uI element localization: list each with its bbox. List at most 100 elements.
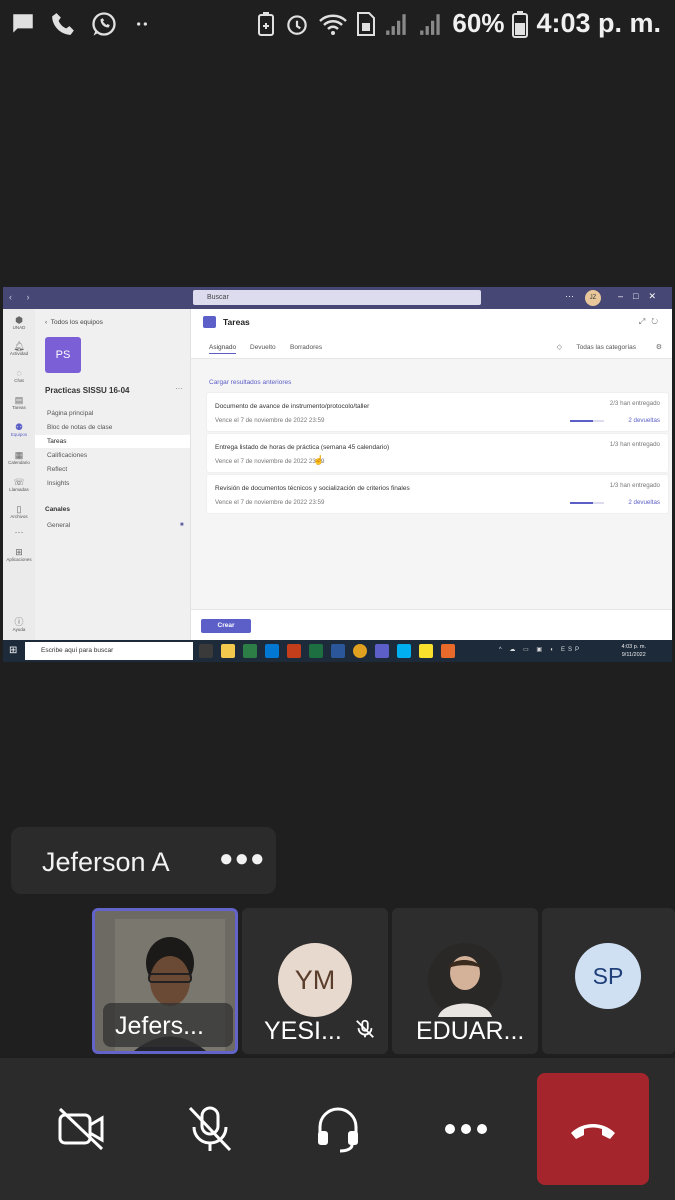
- whatsapp-icon: [92, 12, 116, 36]
- chat-icon: ◌: [16, 368, 22, 378]
- folder-icon: [221, 644, 235, 658]
- assignment-title: Revisión de documentos técnicos y social…: [215, 485, 410, 492]
- avatar: SP: [575, 943, 641, 1009]
- status-right: 60% 4:03 p. m.: [256, 8, 661, 39]
- hang-up-button[interactable]: [537, 1073, 649, 1185]
- avatar: [428, 943, 502, 1017]
- rail-tareas: ▤ Tareas: [3, 395, 35, 410]
- assignment-count: 1/3 han entregado: [609, 482, 660, 489]
- signal-icon: [420, 13, 441, 35]
- more-icon: ···: [14, 527, 24, 537]
- sticky-notes-icon: [419, 644, 433, 658]
- assignment-progress-fill: [570, 502, 593, 504]
- rail-label: Ayuda: [12, 627, 26, 632]
- meeting-camera-icon: ■: [180, 522, 184, 528]
- rail-ayuda: ⓘ Ayuda: [3, 617, 35, 632]
- rail-actividad: 🔔︎ Actividad: [3, 341, 35, 356]
- teams-icon: ⚉: [14, 422, 24, 432]
- dots-icon: [137, 22, 147, 26]
- chat-bubble-icon: [13, 14, 33, 33]
- excel-icon: [309, 644, 323, 658]
- tab-asignado: Asignado: [209, 344, 237, 354]
- rail-label: Chat: [14, 378, 24, 383]
- categories-filter: Todas las categorías: [576, 344, 636, 351]
- file-icon: ▯: [16, 504, 22, 514]
- participant-tile[interactable]: SP: [542, 908, 675, 1054]
- assignment-due: Vence el 7 de noviembre de 2022 23:59: [215, 458, 325, 465]
- battery-icon: [512, 10, 529, 38]
- more-icon: ···: [565, 291, 574, 301]
- audio-headset-icon[interactable]: [312, 1105, 364, 1153]
- participant-tile[interactable]: YM YESI...: [242, 908, 388, 1054]
- status-bar: 60% 4:03 p. m.: [0, 0, 675, 50]
- hang-up-icon: [571, 1124, 615, 1139]
- hand-cursor-icon: ☝: [313, 455, 325, 465]
- more-icon[interactable]: ●●●: [219, 845, 266, 873]
- teams-rail: ⬢ UNAD 🔔︎ Actividad ◌ Chat ▤ Tareas ⚉ Equipos…: [3, 309, 35, 640]
- rail-label: Calendario: [8, 460, 30, 465]
- speaker-name: Jeferson A: [42, 847, 170, 877]
- taskbar-time: 4:03 p. m.: [621, 644, 646, 650]
- more-icon[interactable]: [440, 1105, 492, 1153]
- window-controls-icon: –□✕: [618, 291, 666, 301]
- status-left: [10, 10, 152, 38]
- rail-more: ···: [3, 527, 35, 537]
- rail-label: Llamadas: [9, 487, 29, 492]
- channel-general: General: [47, 522, 71, 529]
- teams-left-panel: ‹ Todos los equipos PS Practicas SISSU 1…: [35, 309, 191, 640]
- taskbar-clock: 4:03 p. m. 9/11/2022: [622, 643, 646, 659]
- assignment-progress-fill: [570, 420, 593, 422]
- tareas-title: Tareas: [223, 317, 250, 327]
- speaker-pill[interactable]: Jeferson A ●●●: [11, 827, 276, 894]
- mic-off-icon[interactable]: [184, 1105, 236, 1153]
- phone-icon: ☏: [13, 477, 25, 487]
- word-icon: [331, 644, 345, 658]
- participant-tile-video[interactable]: Jefers...: [92, 908, 238, 1054]
- participant-label: Jefers...: [115, 1012, 204, 1040]
- rail-unad: ⬢ UNAD: [3, 315, 35, 330]
- rail-label: Equipos: [10, 432, 28, 437]
- rail-equipos: ⚉ Equipos: [3, 422, 35, 437]
- assignment-returned: 2 devueltas: [628, 417, 660, 424]
- avatar: YM: [278, 943, 352, 1017]
- apps-icon: ⊞: [15, 547, 23, 557]
- teams-search: Buscar: [193, 290, 481, 305]
- expand-refresh-icon: ⤢↻: [638, 317, 664, 326]
- rail-label: Aplicaciones: [6, 557, 32, 562]
- camera-off-icon[interactable]: [56, 1105, 108, 1153]
- team-name: Practicas SISSU 16-04: [45, 386, 130, 395]
- bell-icon: 🔔︎: [13, 341, 25, 351]
- assignment-returned: 2 devueltas: [628, 499, 660, 506]
- call-controls: [0, 1058, 675, 1200]
- participant-label: YESI...: [264, 1017, 342, 1045]
- task-view-icon: [199, 644, 213, 658]
- load-previous-link: Cargar resultados anteriores: [209, 379, 292, 386]
- team-tile: PS: [45, 337, 81, 373]
- assignment-title: Entrega listado de horas de práctica (se…: [215, 444, 390, 451]
- rail-archivos: ▯ Archivos: [3, 504, 35, 519]
- assignment-card: Revisión de documentos técnicos y social…: [207, 475, 668, 513]
- tag-icon: ◇: [556, 344, 562, 351]
- teams-logo-icon: ⬢: [15, 315, 23, 325]
- channels-title: Canales: [45, 506, 70, 513]
- assignment-progress: [570, 502, 604, 504]
- left-item-tareas: Tareas: [35, 435, 190, 448]
- teams-icon: [375, 644, 389, 658]
- sim-icon: [357, 11, 376, 36]
- tareas-header: Tareas ⤢↻: [191, 309, 672, 335]
- store-icon: [243, 644, 257, 658]
- tray-language: ESP: [560, 647, 582, 653]
- rail-calendario: ▦ Calendario: [3, 450, 35, 465]
- phone-icon: [52, 13, 74, 35]
- tab-borradores: Borradores: [290, 344, 323, 351]
- shared-screen: ‹ › Buscar ··· JZ –□✕ ⬢ UNAD 🔔︎ Actividad …: [3, 287, 672, 662]
- tasks-icon: ▤: [14, 395, 24, 405]
- taskbar-date: 9/11/2022: [621, 652, 646, 658]
- teams-avatar: JZ: [585, 290, 601, 306]
- create-bar: Crear: [191, 609, 672, 640]
- left-item-insights: Insights: [47, 480, 70, 487]
- teams-main: Tareas ⤢↻ Asignado Devuelto Borradores ◇…: [191, 309, 672, 640]
- rail-llamadas: ☏ Llamadas: [3, 477, 35, 492]
- participant-tile[interactable]: EDUAR...: [392, 908, 538, 1054]
- battery-percent: 60%: [452, 8, 505, 38]
